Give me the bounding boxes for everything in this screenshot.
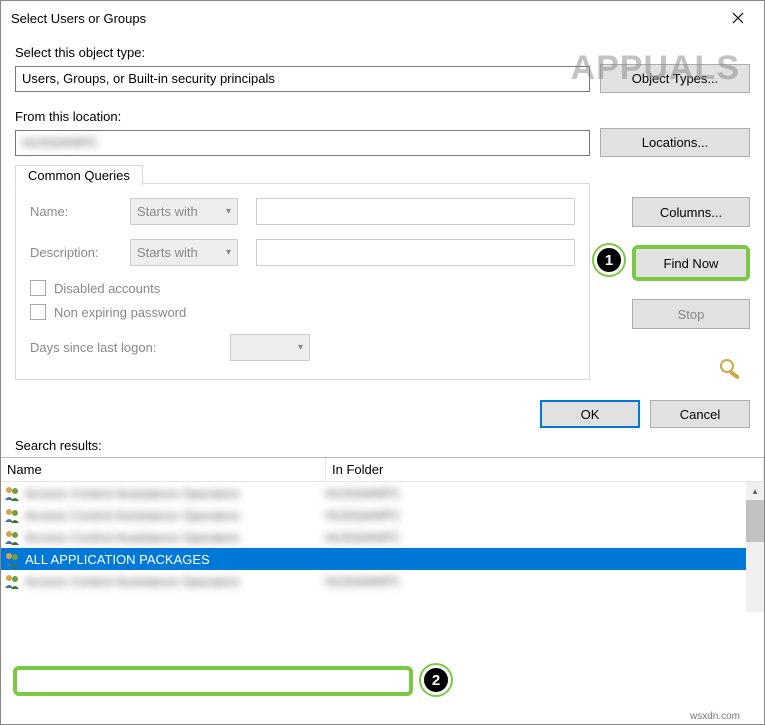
titlebar: Select Users or Groups [1, 1, 764, 35]
common-queries-tab[interactable]: Common Queries [15, 165, 143, 186]
disabled-accounts-label: Disabled accounts [54, 281, 160, 296]
chevron-down-icon: ▾ [226, 247, 231, 258]
callout-2: 2 [421, 665, 451, 695]
result-name: Access Control Assistance Operators [25, 508, 325, 523]
description-filter-input[interactable] [256, 239, 575, 266]
object-type-field[interactable]: Users, Groups, or Built-in security prin… [15, 66, 590, 92]
name-filter-input[interactable] [256, 198, 575, 225]
result-row[interactable]: Access Control Assistance OperatorsHUSSA… [1, 570, 764, 592]
locations-button[interactable]: Locations... [600, 128, 750, 157]
disabled-accounts-checkbox[interactable] [30, 280, 46, 296]
close-button[interactable] [716, 3, 760, 33]
source-mark: wsxdn.com [690, 711, 740, 722]
description-filter-label: Description: [30, 245, 130, 260]
dialog-window: Select Users or Groups Select this objec… [0, 0, 765, 725]
result-folder: HUSSAINPC [325, 508, 401, 523]
location-field[interactable]: HUSSAINPC [15, 130, 590, 156]
cancel-button[interactable]: Cancel [650, 400, 750, 428]
columns-button[interactable]: Columns... [632, 197, 750, 227]
object-types-button[interactable]: Object Types... [600, 64, 750, 93]
users-group-icon [3, 506, 21, 524]
result-row[interactable]: Access Control Assistance OperatorsHUSSA… [1, 482, 764, 504]
users-group-icon [3, 528, 21, 546]
result-row[interactable]: Access Control Assistance OperatorsHUSSA… [1, 526, 764, 548]
scroll-up-icon[interactable]: ▴ [746, 482, 764, 500]
name-filter-label: Name: [30, 204, 130, 219]
result-row-selected[interactable]: ALL APPLICATION PACKAGES [1, 548, 764, 570]
users-group-icon [3, 572, 21, 590]
non-expiring-checkbox[interactable] [30, 304, 46, 320]
chevron-down-icon: ▾ [298, 342, 303, 353]
description-match-combo[interactable]: Starts with ▾ [130, 239, 238, 266]
users-group-icon [3, 550, 21, 568]
selection-highlight [13, 666, 413, 696]
result-folder: HUSSAINPC [325, 574, 401, 589]
result-folder: HUSSAINPC [325, 486, 401, 501]
result-name: Access Control Assistance Operators [25, 486, 325, 501]
callout-1: 1 [594, 245, 624, 275]
scroll-thumb[interactable] [746, 500, 764, 542]
result-name: Access Control Assistance Operators [25, 574, 325, 589]
users-group-icon [3, 484, 21, 502]
stop-button[interactable]: Stop [632, 299, 750, 329]
search-results-label: Search results: [1, 438, 764, 457]
common-queries-group: Common Queries Name: Starts with ▾ Descr… [15, 183, 590, 380]
location-value-blurred: HUSSAINPC [22, 135, 98, 150]
find-now-highlight: Find Now 1 [632, 245, 750, 281]
ok-button[interactable]: OK [540, 400, 640, 428]
days-logon-label: Days since last logon: [30, 340, 230, 355]
results-list: Name In Folder Access Control Assistance… [1, 457, 764, 612]
scrollbar[interactable]: ▴ [746, 482, 764, 612]
dialog-title: Select Users or Groups [11, 11, 716, 26]
days-logon-combo[interactable]: ▾ [230, 334, 310, 361]
chevron-down-icon: ▾ [226, 206, 231, 217]
result-folder: HUSSAINPC [325, 530, 401, 545]
column-name[interactable]: Name [1, 458, 326, 481]
find-now-button[interactable]: Find Now [636, 249, 746, 277]
result-name: ALL APPLICATION PACKAGES [25, 552, 325, 567]
result-row[interactable]: Access Control Assistance OperatorsHUSSA… [1, 504, 764, 526]
location-label: From this location: [15, 109, 750, 124]
results-header: Name In Folder [1, 458, 764, 482]
object-type-label: Select this object type: [15, 45, 750, 60]
search-icon [718, 357, 744, 384]
column-in-folder[interactable]: In Folder [326, 458, 764, 481]
result-name: Access Control Assistance Operators [25, 530, 325, 545]
name-match-combo[interactable]: Starts with ▾ [130, 198, 238, 225]
close-icon [732, 12, 744, 24]
non-expiring-label: Non expiring password [54, 305, 186, 320]
